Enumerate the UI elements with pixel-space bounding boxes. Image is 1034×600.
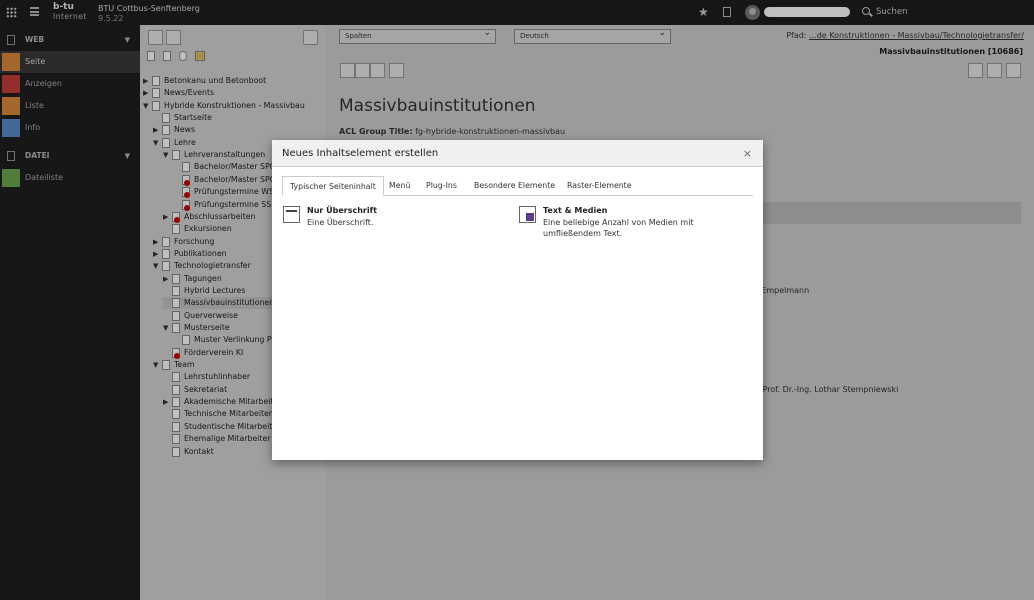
wizard-item-description: Eine beliebige Anzahl von Medien mit umf…: [543, 218, 694, 238]
wizard-item-description: Eine Überschrift.: [307, 218, 374, 227]
header-icon: [283, 206, 300, 223]
tab-menu[interactable]: Menü: [382, 176, 417, 196]
wizard-item-title: Nur Überschrift: [307, 206, 377, 215]
wizard-item-title: Text & Medien: [543, 206, 608, 215]
tab-besondere-elemente[interactable]: Besondere Elemente: [467, 176, 562, 196]
modal-tabs: Typischer Seiteninhalt Menü Plug-Ins Bes…: [282, 176, 753, 196]
textmedia-icon: [519, 206, 536, 223]
tab-raster-elemente[interactable]: Raster-Elemente: [560, 176, 639, 196]
new-content-element-modal: Neues Inhaltselement erstellen × Typisch…: [272, 140, 763, 460]
modal-header: Neues Inhaltselement erstellen ×: [272, 140, 763, 167]
wizard-item-textmedia[interactable]: Text & Medien Eine beliebige Anzahl von …: [519, 206, 753, 242]
tab-plugins[interactable]: Plug-Ins: [419, 176, 464, 196]
tab-typischer-seiteninhalt[interactable]: Typischer Seiteninhalt: [282, 176, 384, 196]
close-icon[interactable]: ×: [743, 147, 752, 160]
wizard-item-header[interactable]: Nur Überschrift Eine Überschrift.: [283, 206, 503, 242]
modal-title: Neues Inhaltselement erstellen: [282, 148, 439, 159]
